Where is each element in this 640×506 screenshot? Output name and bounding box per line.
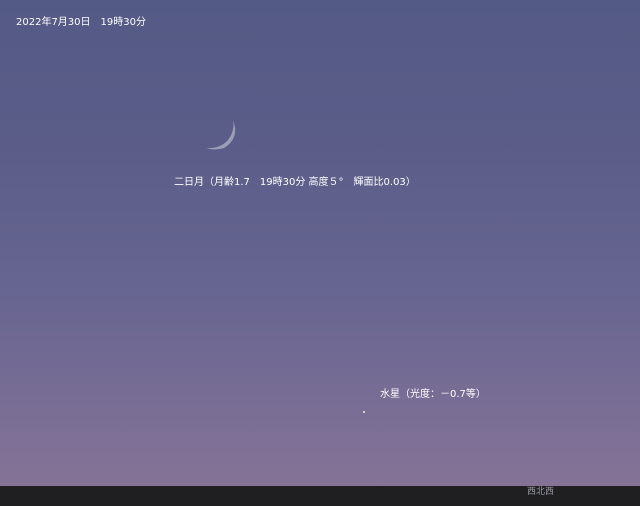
crescent-moon-icon bbox=[206, 120, 236, 150]
mercury-label: 水星（光度：－0.7等） bbox=[380, 389, 486, 400]
date-time-label: 2022年7月30日 19時30分 bbox=[16, 17, 146, 28]
evening-sky bbox=[0, 0, 640, 486]
direction-label: 西北西 bbox=[527, 487, 555, 497]
moon-label: 二日月（月齢1.7 19時30分 高度５° 輝面比0.03） bbox=[174, 177, 416, 188]
sky-scene: 2022年7月30日 19時30分 二日月（月齢1.7 19時30分 高度５° … bbox=[0, 0, 640, 506]
mercury-star-icon bbox=[363, 411, 365, 413]
